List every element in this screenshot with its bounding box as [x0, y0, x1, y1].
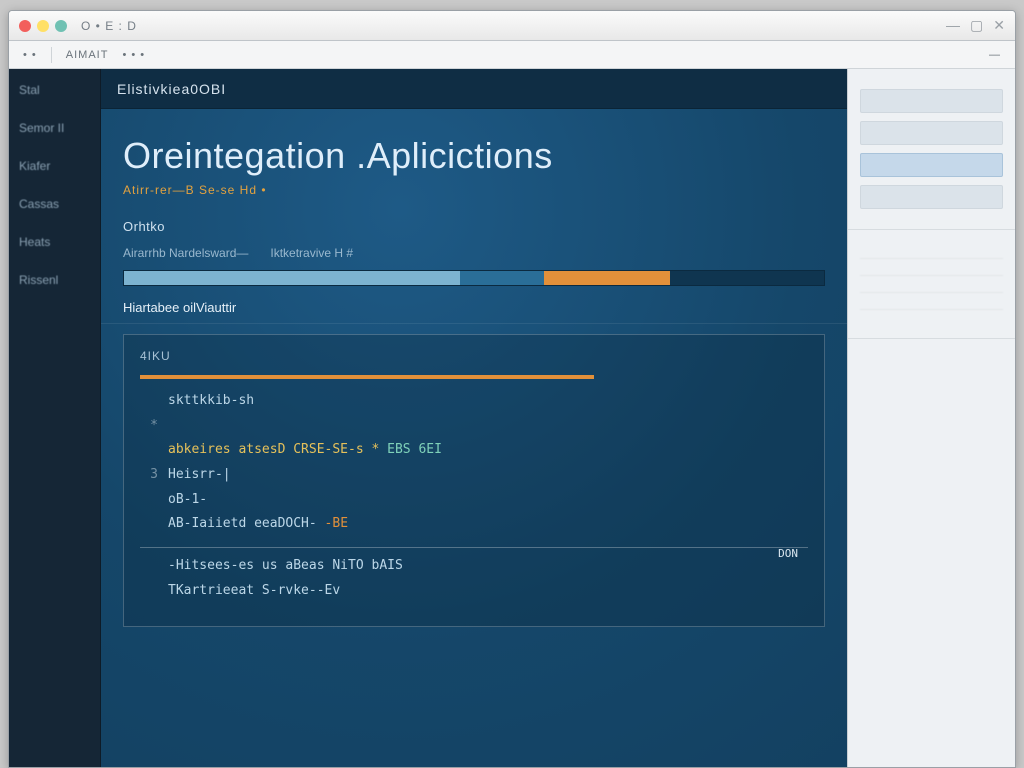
header-tab[interactable]: Elistivkiea0OBI [117, 81, 226, 97]
main-panel: Elistivkiea0OBI Oreintegation .Aplicicti… [101, 69, 847, 767]
subsection-label: Hiartabee oilViauttir [101, 300, 847, 324]
tab[interactable]: Airarrhb Nardelsward— [123, 246, 248, 260]
toolbar: • • AIMAIT • • • — [9, 41, 1015, 69]
sidebar-right [847, 69, 1015, 767]
close-icon[interactable]: ✕ [993, 17, 1005, 34]
right-item[interactable] [860, 185, 1003, 209]
sidebar-item[interactable]: Rissenl [19, 273, 90, 287]
traffic-light-close-icon[interactable] [19, 20, 31, 32]
window-title: O • E : D [81, 19, 137, 33]
right-item[interactable] [860, 121, 1003, 145]
right-list-row[interactable] [860, 293, 1003, 310]
sidebar-left: Stal Semor II Kiafer Cassas Heats Rissen… [9, 69, 101, 767]
toolbar-separator [51, 47, 52, 63]
panel-field-label: 4IKU [140, 349, 808, 363]
page-title: Oreintegation .Aplicictions [101, 109, 847, 183]
code-line: AB-Iaiietd eeaDOCH- -BE [140, 512, 808, 537]
code-panel: 4IKU skttkkib-sh * abkeires atsesD CRSE-… [123, 334, 825, 627]
right-item[interactable] [860, 89, 1003, 113]
sidebar-item[interactable]: Kiafer [19, 159, 90, 173]
tabs-row: Airarrhb Nardelsward— Iktketravive H # [101, 244, 847, 270]
toolbar-item[interactable]: AIMAIT [66, 49, 109, 61]
right-group [848, 69, 1015, 230]
mini-progress [140, 375, 594, 379]
progress-bar [123, 270, 825, 286]
page-subline: Atirr-rer—B Se-se Hd • [101, 183, 847, 213]
main-header: Elistivkiea0OBI [101, 69, 847, 109]
right-list-row[interactable] [860, 259, 1003, 276]
toolbar-item[interactable]: — [989, 49, 1001, 61]
section-label: Orhtko [101, 213, 847, 244]
code-line: * [140, 414, 808, 439]
titlebar: O • E : D — ▢ ✕ [9, 11, 1015, 41]
toolbar-item[interactable]: • • • [122, 49, 145, 61]
traffic-light-max-icon[interactable] [55, 20, 67, 32]
panel-divider [140, 547, 808, 548]
sidebar-item[interactable]: Cassas [19, 197, 90, 211]
code-line: TKartrieeat S-rvke--Ev [140, 579, 808, 604]
app-window: O • E : D — ▢ ✕ • • AIMAIT • • • — Stal … [8, 10, 1016, 768]
code-block: skttkkib-sh * abkeires atsesD CRSE-SE-s … [140, 389, 808, 604]
progress-segment [544, 271, 670, 285]
progress-segment [460, 271, 544, 285]
body: Stal Semor II Kiafer Cassas Heats Rissen… [9, 69, 1015, 767]
sidebar-item[interactable]: Heats [19, 235, 90, 249]
tab[interactable]: Iktketravive H # [270, 246, 353, 260]
progress-wrap [101, 270, 847, 286]
code-line: abkeires atsesD CRSE-SE-s * EBS 6EI [140, 438, 808, 463]
traffic-light-min-icon[interactable] [37, 20, 49, 32]
progress-segment [124, 271, 460, 285]
minimize-icon[interactable]: — [946, 17, 960, 34]
code-line: -Hitsees-es us aBeas NiTO bAISDON [140, 554, 808, 579]
toolbar-item[interactable]: • • [23, 49, 37, 61]
code-line: skttkkib-sh [140, 389, 808, 414]
sidebar-item[interactable]: Stal [19, 83, 90, 97]
right-item[interactable] [860, 153, 1003, 177]
right-list [848, 230, 1015, 339]
right-list-row[interactable] [860, 310, 1003, 326]
sidebar-item[interactable]: Semor II [19, 121, 90, 135]
maximize-icon[interactable]: ▢ [970, 17, 983, 34]
annotation-tag: DON [774, 542, 802, 567]
code-line: oB-1- [140, 488, 808, 513]
right-list-row[interactable] [860, 242, 1003, 259]
code-line: 3Heisrr-| [140, 463, 808, 488]
titlebar-right: — ▢ ✕ [946, 17, 1005, 34]
right-list-row[interactable] [860, 276, 1003, 293]
